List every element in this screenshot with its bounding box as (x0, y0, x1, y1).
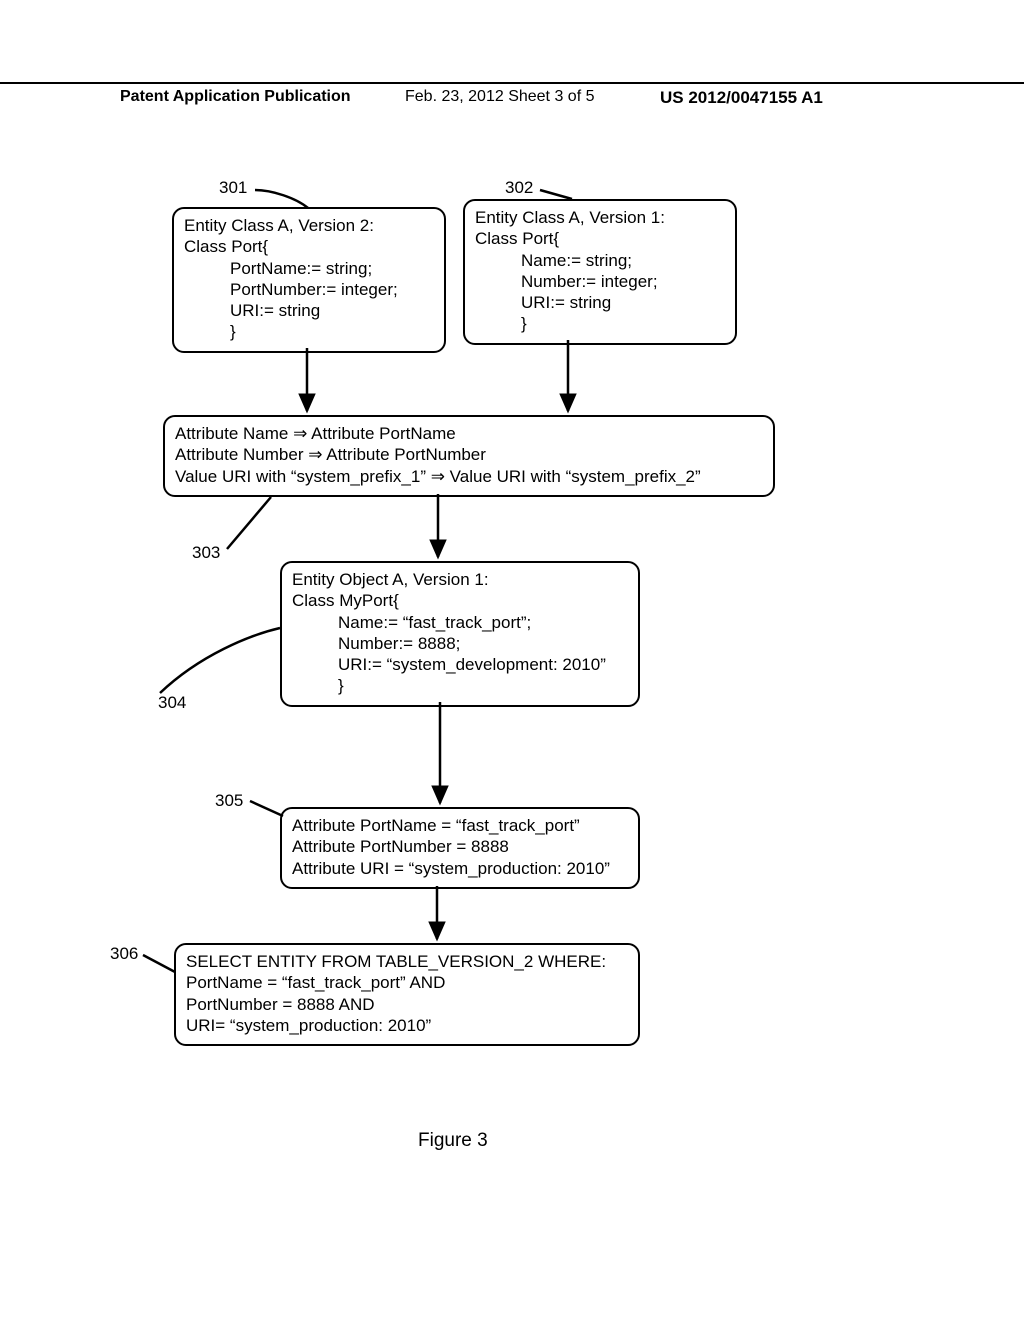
label-303: 303 (192, 543, 220, 563)
label-305: 305 (215, 791, 243, 811)
header-mid: Feb. 23, 2012 Sheet 3 of 5 (405, 88, 594, 106)
box304-l5: URI:= “system_development: 2010” (292, 654, 628, 675)
label-302: 302 (505, 178, 533, 198)
box-attribute-mapping: Attribute Name ⇒ Attribute PortName Attr… (163, 415, 775, 497)
header-left: Patent Application Publication (120, 88, 351, 106)
header-right: US 2012/0047155 A1 (660, 88, 823, 108)
box304-l2: Class MyPort{ (292, 590, 628, 611)
box302-l3: Name:= string; (475, 250, 725, 271)
box301-l1: Entity Class A, Version 2: (184, 215, 434, 236)
page-header: Patent Application Publication Feb. 23, … (0, 82, 1024, 110)
label-304: 304 (158, 693, 186, 713)
label-301: 301 (219, 178, 247, 198)
box302-l1: Entity Class A, Version 1: (475, 207, 725, 228)
box302-l4: Number:= integer; (475, 271, 725, 292)
box306-l2: PortName = “fast_track_port” AND (186, 972, 628, 993)
label-306: 306 (110, 944, 138, 964)
box304-l4: Number:= 8888; (292, 633, 628, 654)
box301-l3: PortName:= string; (184, 258, 434, 279)
box305-l1: Attribute PortName = “fast_track_port” (292, 815, 628, 836)
box302-l2: Class Port{ (475, 228, 725, 249)
box305-l2: Attribute PortNumber = 8888 (292, 836, 628, 857)
box301-l6: } (184, 321, 434, 342)
box302-l5: URI:= string (475, 292, 725, 313)
box-entity-class-a-v1: Entity Class A, Version 1: Class Port{ N… (463, 199, 737, 345)
box304-l1: Entity Object A, Version 1: (292, 569, 628, 590)
box305-l3: Attribute URI = “system_production: 2010… (292, 858, 628, 879)
box301-l2: Class Port{ (184, 236, 434, 257)
figure-caption: Figure 3 (418, 1130, 488, 1152)
box304-l3: Name:= “fast_track_port”; (292, 612, 628, 633)
box304-l6: } (292, 675, 628, 696)
box303-l2: Attribute Number ⇒ Attribute PortNumber (175, 444, 763, 465)
box-select-query: SELECT ENTITY FROM TABLE_VERSION_2 WHERE… (174, 943, 640, 1046)
box303-l1: Attribute Name ⇒ Attribute PortName (175, 423, 763, 444)
box301-l4: PortNumber:= integer; (184, 279, 434, 300)
box306-l4: URI= “system_production: 2010” (186, 1015, 628, 1036)
box-attributes-resolved: Attribute PortName = “fast_track_port” A… (280, 807, 640, 889)
box-entity-class-a-v2: Entity Class A, Version 2: Class Port{ P… (172, 207, 446, 353)
box301-l5: URI:= string (184, 300, 434, 321)
box306-l3: PortNumber = 8888 AND (186, 994, 628, 1015)
box303-l3: Value URI with “system_prefix_1” ⇒ Value… (175, 466, 763, 487)
box302-l6: } (475, 313, 725, 334)
box-entity-object-a-v1: Entity Object A, Version 1: Class MyPort… (280, 561, 640, 707)
box306-l1: SELECT ENTITY FROM TABLE_VERSION_2 WHERE… (186, 951, 628, 972)
